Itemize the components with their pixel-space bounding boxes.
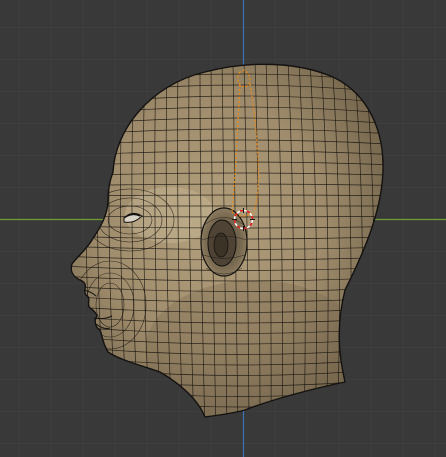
- ear[interactable]: [200, 207, 248, 277]
- viewport-canvas[interactable]: [0, 0, 446, 457]
- 3d-viewport[interactable]: [0, 0, 446, 457]
